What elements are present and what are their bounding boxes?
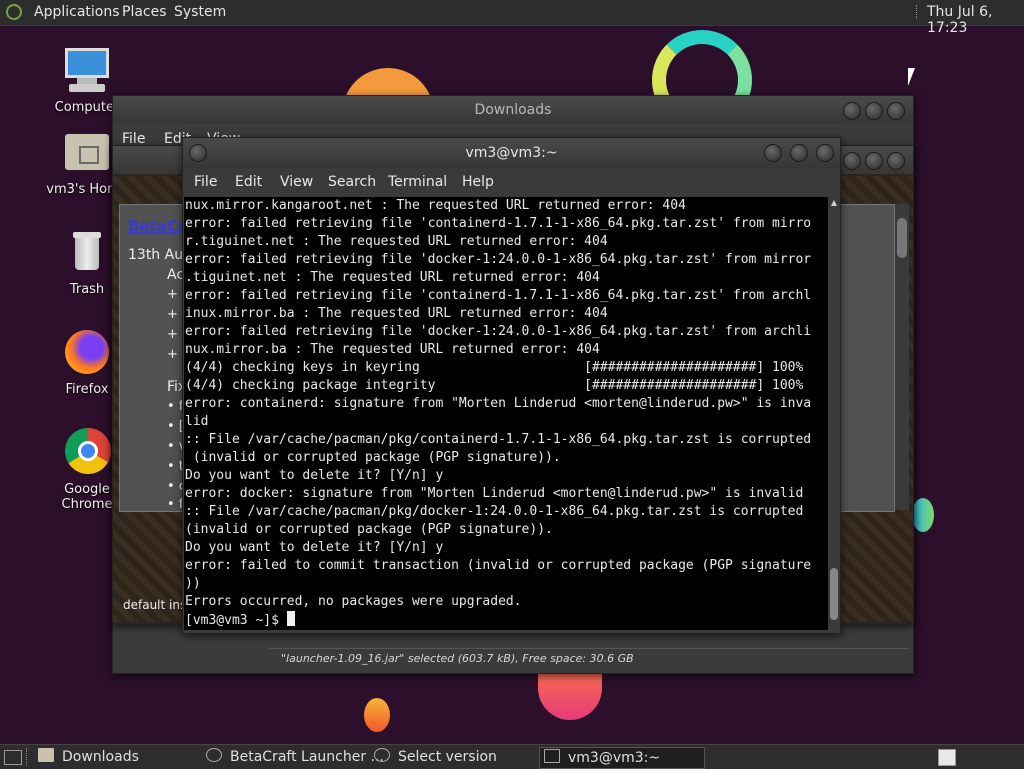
folder-icon	[38, 748, 54, 762]
close-button[interactable]	[887, 102, 905, 120]
minimize-button[interactable]	[843, 102, 861, 120]
wallpaper-pink-blob	[538, 672, 602, 720]
mouse-pointer-icon	[908, 68, 915, 86]
terminal-line: error: docker: signature from "Morten Li…	[185, 486, 804, 501]
wallpaper-teal-blob	[912, 498, 934, 532]
terminal-line: nux.mirror.kangaroot.net : The requested…	[185, 198, 686, 213]
terminal-line: Do you want to delete it? [Y/n] y	[185, 540, 444, 555]
install-footer: default ins	[123, 598, 187, 612]
menu-system[interactable]: System	[174, 4, 226, 20]
terminal-text: nux.mirror.kangaroot.net : The requested…	[184, 197, 828, 611]
wallpaper-small-blob	[364, 698, 390, 732]
status-bar: "launcher-1.09_16.jar" selected (603.7 k…	[269, 648, 909, 669]
task-label: Select version	[398, 749, 497, 765]
terminal-menu-button[interactable]	[189, 144, 207, 162]
terminal-line: :: File /var/cache/pacman/pkg/containerd…	[185, 432, 812, 447]
close-button[interactable]	[887, 152, 905, 170]
minimize-button[interactable]	[843, 152, 861, 170]
terminal-line: r.tiguinet.net : The requested URL retur…	[185, 234, 608, 249]
terminal-line: (invalid or corrupted package (PGP signa…	[192, 450, 561, 465]
terminal-line: (4/4) checking keys in keyring [########…	[185, 360, 804, 375]
task-label: vm3@vm3:~	[568, 750, 661, 766]
home-folder-icon	[63, 128, 111, 176]
terminal-line: inux.mirror.ba : The requested URL retur…	[185, 306, 608, 321]
desktop-icon-label: Computer	[54, 100, 120, 115]
menu-applications[interactable]: Applications	[34, 4, 120, 20]
desktop-icon-label: Google Chrome	[61, 482, 113, 512]
terminal-line: error: failed retrieving file 'docker-1:…	[185, 252, 812, 267]
chrome-icon	[63, 428, 111, 476]
terminal-line: error: failed to commit transaction (inv…	[185, 558, 812, 573]
terminal-line: (invalid or corrupted package (PGP signa…	[185, 522, 553, 537]
terminal-prompt-line[interactable]: [vm3@vm3 ~]$	[184, 611, 828, 630]
java-icon	[374, 748, 390, 762]
menu-file[interactable]: File	[194, 174, 217, 190]
task-label: BetaCraft Launcher ...	[230, 749, 384, 765]
menu-help[interactable]: Help	[462, 174, 494, 190]
shell-prompt: [vm3@vm3 ~]$	[185, 613, 287, 628]
menu-terminal[interactable]: Terminal	[388, 174, 447, 190]
terminal-line: Do you want to delete it? [Y/n] y	[185, 468, 444, 483]
clock[interactable]: Thu Jul 6, 17:23	[927, 4, 1024, 36]
trash-icon	[63, 228, 111, 276]
terminal-titlebar[interactable]: vm3@vm3:~	[183, 138, 840, 168]
scrollbar-thumb[interactable]	[830, 568, 838, 620]
firefox-icon	[63, 328, 111, 376]
terminal-line: error: containerd: signature from "Morte…	[185, 396, 812, 411]
terminal-line: nux.mirror.ba : The requested URL return…	[185, 342, 600, 357]
task-label: Downloads	[62, 749, 139, 765]
text-cursor	[286, 611, 295, 626]
workspace-switcher-icon[interactable]	[938, 749, 956, 766]
menu-edit[interactable]: Edit	[235, 174, 262, 190]
maximize-button[interactable]	[790, 144, 808, 162]
terminal-line: .tiguinet.net : The requested URL return…	[185, 270, 600, 285]
panel-separator	[916, 5, 919, 19]
downloads-titlebar[interactable]: Downloads	[113, 96, 913, 124]
task-select-version[interactable]: Select version	[374, 747, 497, 767]
panel-separator	[26, 748, 29, 766]
window-title: vm3@vm3:~	[465, 145, 558, 161]
distro-logo-icon[interactable]	[6, 4, 22, 20]
top-panel: Applications Places System Thu Jul 6, 17…	[0, 0, 1024, 36]
maximize-button[interactable]	[865, 152, 883, 170]
terminal-output[interactable]: nux.mirror.kangaroot.net : The requested…	[184, 197, 828, 630]
terminal-line: error: failed retrieving file 'container…	[185, 288, 812, 303]
scrollbar-thumb[interactable]	[897, 218, 907, 258]
menu-search[interactable]: Search	[328, 174, 376, 190]
task-terminal[interactable]: vm3@vm3:~	[539, 747, 705, 769]
terminal-scrollbar[interactable]: ▲	[829, 198, 839, 631]
computer-icon	[63, 46, 111, 94]
java-icon	[206, 748, 222, 762]
maximize-button[interactable]	[865, 102, 883, 120]
show-desktop-icon[interactable]	[4, 750, 22, 765]
task-downloads[interactable]: Downloads	[38, 747, 139, 767]
menu-view[interactable]: View	[280, 174, 313, 190]
desktop-icon-label: Trash	[69, 282, 105, 297]
scroll-up-arrow-icon[interactable]: ▲	[829, 198, 839, 208]
close-button[interactable]	[816, 144, 834, 162]
desktop-icon-label: Firefox	[65, 382, 109, 397]
terminal-line: error: failed retrieving file 'docker-1:…	[185, 324, 812, 339]
bottom-panel: Downloads BetaCraft Launcher ... Select …	[0, 744, 1024, 769]
terminal-line: ))	[185, 576, 201, 591]
terminal-line: (4/4) checking package integrity [######…	[185, 378, 804, 393]
terminal-line: lid	[185, 414, 209, 429]
terminal-line: :: File /var/cache/pacman/pkg/docker-1:2…	[185, 504, 804, 519]
window-title: Downloads	[474, 102, 552, 118]
status-text: "launcher-1.09_16.jar" selected (603.7 k…	[281, 652, 634, 665]
minimize-button[interactable]	[764, 144, 782, 162]
terminal-line: error: failed retrieving file 'container…	[185, 216, 812, 231]
menu-places[interactable]: Places	[122, 4, 167, 20]
task-betacraft-launcher[interactable]: BetaCraft Launcher ...	[206, 747, 384, 767]
terminal-line: Errors occurred, no packages were upgrad…	[185, 594, 522, 609]
changelog-scrollbar[interactable]	[895, 204, 909, 510]
terminal-icon	[544, 749, 560, 763]
